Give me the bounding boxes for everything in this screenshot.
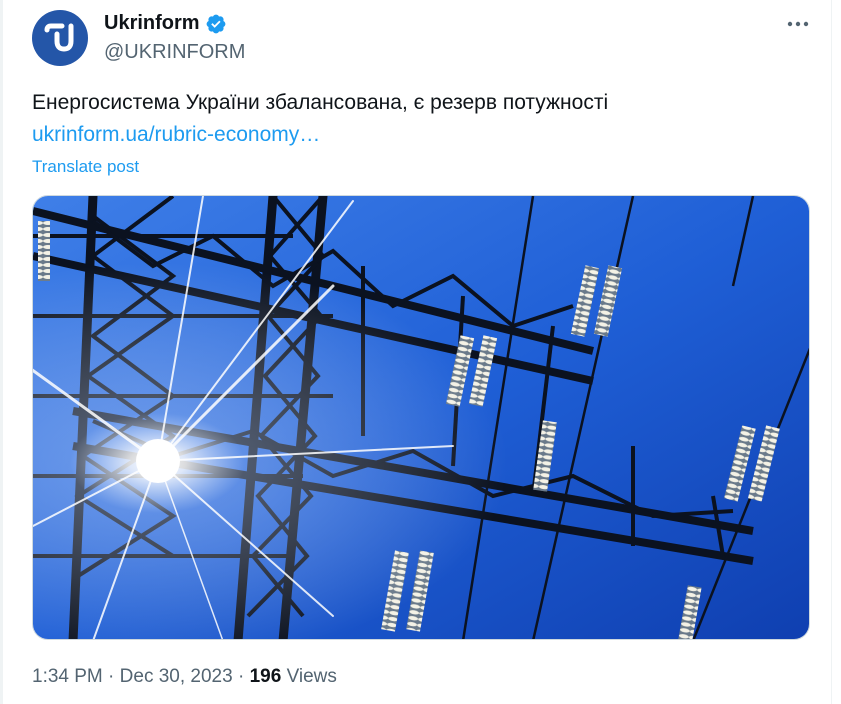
post-date[interactable]: Dec 30, 2023 bbox=[120, 666, 233, 687]
avatar[interactable] bbox=[32, 10, 88, 66]
right-column-border bbox=[831, 0, 832, 704]
meta-separator: · bbox=[237, 666, 245, 687]
more-options-button[interactable] bbox=[784, 12, 812, 36]
power-tower-photo bbox=[33, 196, 809, 639]
post: Ukrinform @UKRINFORM Енергосистема Украї… bbox=[0, 0, 831, 704]
translate-post-button[interactable]: Translate post bbox=[32, 156, 139, 178]
meta-separator: · bbox=[108, 666, 115, 687]
views-count: 196 bbox=[249, 666, 282, 687]
post-meta: 1:34 PM · Dec 30, 2023 · 196 Views bbox=[32, 665, 337, 689]
author-handle[interactable]: @UKRINFORM bbox=[104, 41, 245, 64]
post-link[interactable]: ukrinform.ua/rubric-economy… bbox=[32, 122, 320, 148]
more-horizontal-icon bbox=[787, 21, 809, 27]
post-media-image[interactable] bbox=[32, 195, 810, 640]
views-label: Views bbox=[286, 666, 337, 687]
author-name-row: Ukrinform bbox=[104, 12, 227, 35]
post-text: Енергосистема України збалансована, є ре… bbox=[32, 91, 609, 114]
verified-badge-icon[interactable] bbox=[205, 13, 227, 35]
post-time[interactable]: 1:34 PM bbox=[32, 666, 103, 687]
author-display-name[interactable]: Ukrinform bbox=[104, 12, 200, 35]
ukrinform-logo-icon bbox=[44, 23, 74, 52]
